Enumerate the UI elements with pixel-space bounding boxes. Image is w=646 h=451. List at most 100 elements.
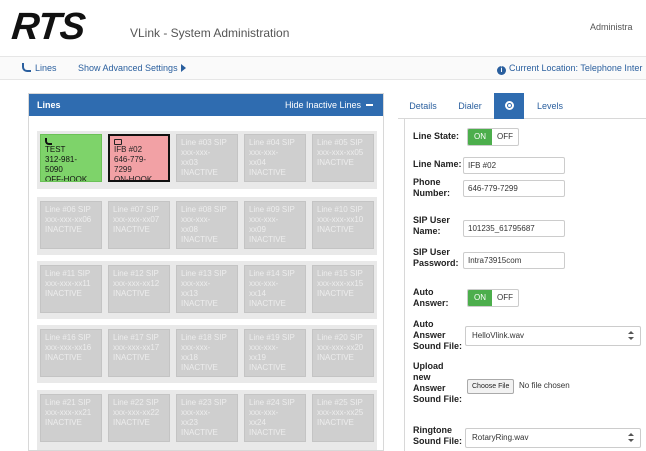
- toggle-on[interactable]: ON: [468, 129, 492, 145]
- tab-details[interactable]: Details: [402, 93, 444, 119]
- phone-number-input[interactable]: 646-779-7299: [463, 180, 565, 197]
- line-tile-text: INACTIVE: [317, 289, 354, 298]
- line-tile-text: INACTIVE: [45, 353, 82, 362]
- line-tile-text: xxx-xxx-xx21: [45, 408, 92, 417]
- line-tile-text: Line #25 SIP: [317, 398, 363, 407]
- line-tile[interactable]: Line #14 SIP xxx-xxx-xx14 INACTIVE: [244, 265, 306, 313]
- line-tile-text: INACTIVE: [45, 418, 82, 427]
- auto-sound-label-line2: Answer: [413, 330, 446, 340]
- settings-form: Line State: ON OFF Line Name: IFB #02 Ph…: [404, 119, 646, 451]
- line-tile[interactable]: Line #10 SIP xxx-xxx-xx10 INACTIVE: [312, 201, 374, 249]
- sip-user-name-input[interactable]: 101235_61795687: [463, 220, 565, 237]
- hide-inactive-lines-button[interactable]: Hide Inactive Lines: [285, 100, 373, 110]
- line-name-input[interactable]: IFB #02: [463, 157, 565, 174]
- line-tabs: Details Dialer Levels: [398, 93, 646, 119]
- line-tile-text: Line #20 SIP: [317, 333, 363, 342]
- line-tile[interactable]: Line #21 SIP xxx-xxx-xx21 INACTIVE: [40, 394, 102, 442]
- line-tile[interactable]: Line #03 SIP xxx-xxx-xx03 INACTIVE: [176, 134, 238, 182]
- auto-answer-sound-value: HelloVlink.wav: [472, 331, 525, 340]
- line-state-toggle[interactable]: ON OFF: [467, 128, 519, 146]
- line-tile-text: xxx-xxx-: [249, 148, 279, 157]
- line-tile[interactable]: Line #22 SIP xxx-xxx-xx22 INACTIVE: [108, 394, 170, 442]
- line-tile-text: Line #15 SIP: [317, 269, 363, 278]
- line-tile-text: xxx-xxx-: [181, 148, 211, 157]
- line-tile-text: Line #18 SIP: [181, 333, 227, 342]
- line-tile-text: Line #13 SIP: [181, 269, 227, 278]
- line-tile[interactable]: Line #04 SIP xxx-xxx-xx04 INACTIVE: [244, 134, 306, 182]
- line-tile-text: xxx-xxx-xx22: [113, 408, 160, 417]
- line-tile-text: Line #24 SIP: [249, 398, 295, 407]
- line-tile-text: INACTIVE: [249, 299, 286, 308]
- line-tile[interactable]: Line #06 SIP xxx-xxx-xx06 INACTIVE: [40, 201, 102, 249]
- tab-dialer[interactable]: Dialer: [452, 93, 488, 119]
- line-tile-text: TEST: [45, 145, 66, 154]
- toggle-off[interactable]: OFF: [492, 290, 518, 306]
- line-tile-text: INACTIVE: [249, 428, 286, 437]
- ringtone-sound-value: RotaryRing.wav: [472, 433, 529, 442]
- line-tile-text: Line #21 SIP: [45, 398, 91, 407]
- line-tile[interactable]: Line #05 SIP xxx-xxx-xx05 INACTIVE: [312, 134, 374, 182]
- line-tile-text: Line #08 SIP: [181, 205, 227, 214]
- sip-password-input[interactable]: Intra73915com: [463, 252, 565, 269]
- line-tile-text: 5090: [45, 165, 63, 174]
- lines-panel-header: Lines Hide Inactive Lines: [29, 94, 383, 116]
- line-tile[interactable]: Line #23 SIP xxx-xxx-xx23 INACTIVE: [176, 394, 238, 442]
- sip-user-label-line2: Name:: [413, 226, 441, 236]
- line-tile[interactable]: Line #08 SIP xxx-xxx-xx08 INACTIVE: [176, 201, 238, 249]
- upload-label-line4: Sound File:: [413, 394, 462, 404]
- line-tile[interactable]: Line #11 SIP xxx-xxx-xx11 INACTIVE: [40, 265, 102, 313]
- tab-settings[interactable]: [494, 93, 524, 119]
- line-tile-text: INACTIVE: [317, 225, 354, 234]
- auto-sound-label-line3: Sound File:: [413, 341, 462, 351]
- line-tile[interactable]: Line #12 SIP xxx-xxx-xx12 INACTIVE: [108, 265, 170, 313]
- line-tile[interactable]: Line #19 SIP xxx-xxx-xx19 INACTIVE: [244, 329, 306, 377]
- ringtone-label-line1: Ringtone: [413, 425, 452, 435]
- line-tile-text: 646-779-: [114, 155, 147, 164]
- file-status: No file chosen: [519, 381, 570, 390]
- line-tile[interactable]: Line #15 SIP xxx-xxx-xx15 INACTIVE: [312, 265, 374, 313]
- line-group: Line #21 SIP xxx-xxx-xx21 INACTIVE Line #22…: [37, 390, 377, 450]
- line-tile[interactable]: Line #18 SIP xxx-xxx-xx18 INACTIVE: [176, 329, 238, 377]
- toggle-off[interactable]: OFF: [492, 129, 518, 145]
- line-tile-text: Line #06 SIP: [45, 205, 91, 214]
- show-advanced-settings-link[interactable]: Show Advanced Settings: [78, 63, 186, 73]
- upload-label-line3: Answer: [413, 383, 446, 393]
- current-location-label: Current Location: Telephone Inter: [509, 63, 643, 73]
- line-tile[interactable]: Line #20 SIP xxx-xxx-xx20 INACTIVE: [312, 329, 374, 377]
- line-tile[interactable]: IFB #02 646-779- 7299 ON-HOOK: [108, 134, 170, 182]
- tab-levels[interactable]: Levels: [532, 93, 568, 119]
- line-name-label: Line Name:: [413, 159, 462, 169]
- line-tile-text: xxx-xxx-xx16: [45, 343, 92, 352]
- line-tile[interactable]: Line #09 SIP xxx-xxx-xx09 INACTIVE: [244, 201, 306, 249]
- lines-link[interactable]: Lines: [22, 63, 57, 73]
- line-tile[interactable]: Line #16 SIP xxx-xxx-xx16 INACTIVE: [40, 329, 102, 377]
- line-tile-text: xxx-xxx-: [181, 343, 211, 352]
- line-tile-text: xxx-xxx-: [249, 215, 279, 224]
- line-tile-text: INACTIVE: [113, 418, 150, 427]
- line-tile-text: INACTIVE: [249, 235, 286, 244]
- upload-label-line2: new: [413, 372, 431, 382]
- line-tile-text: xxx-xxx-: [181, 408, 211, 417]
- admin-menu[interactable]: Administra: [590, 22, 633, 32]
- choose-file-button[interactable]: Choose File: [467, 379, 515, 394]
- toolbar: Lines Show Advanced Settings i Current Lo…: [0, 56, 646, 80]
- toggle-on[interactable]: ON: [468, 290, 492, 306]
- line-tile[interactable]: Line #17 SIP xxx-xxx-xx17 INACTIVE: [108, 329, 170, 377]
- line-tile-text: Line #09 SIP: [249, 205, 295, 214]
- line-tile-text: Line #19 SIP: [249, 333, 295, 342]
- line-tile[interactable]: Line #13 SIP xxx-xxx-xx13 INACTIVE: [176, 265, 238, 313]
- line-tile[interactable]: Line #25 SIP xxx-xxx-xx25 INACTIVE: [312, 394, 374, 442]
- line-tile-text: xxx-xxx-: [249, 343, 279, 352]
- line-tile[interactable]: Line #07 SIP xxx-xxx-xx07 INACTIVE: [108, 201, 170, 249]
- show-advanced-settings-label: Show Advanced Settings: [78, 63, 178, 73]
- hide-inactive-label: Hide Inactive Lines: [284, 100, 361, 110]
- line-tile-text: INACTIVE: [181, 363, 218, 372]
- line-tile[interactable]: Line #24 SIP xxx-xxx-xx24 INACTIVE: [244, 394, 306, 442]
- auto-answer-label: Auto Answer:: [413, 287, 449, 309]
- auto-answer-sound-select[interactable]: HelloVlink.wav: [465, 326, 641, 346]
- line-tile[interactable]: TEST 312-981- 5090 OFF-HOOK: [40, 134, 102, 182]
- line-group: TEST 312-981- 5090 OFF-HOOK IFB #02 646-779- 7…: [37, 131, 377, 189]
- auto-answer-toggle[interactable]: ON OFF: [467, 289, 519, 307]
- ringtone-sound-select[interactable]: RotaryRing.wav: [465, 428, 641, 448]
- line-tile-text: Line #05 SIP: [317, 138, 363, 147]
